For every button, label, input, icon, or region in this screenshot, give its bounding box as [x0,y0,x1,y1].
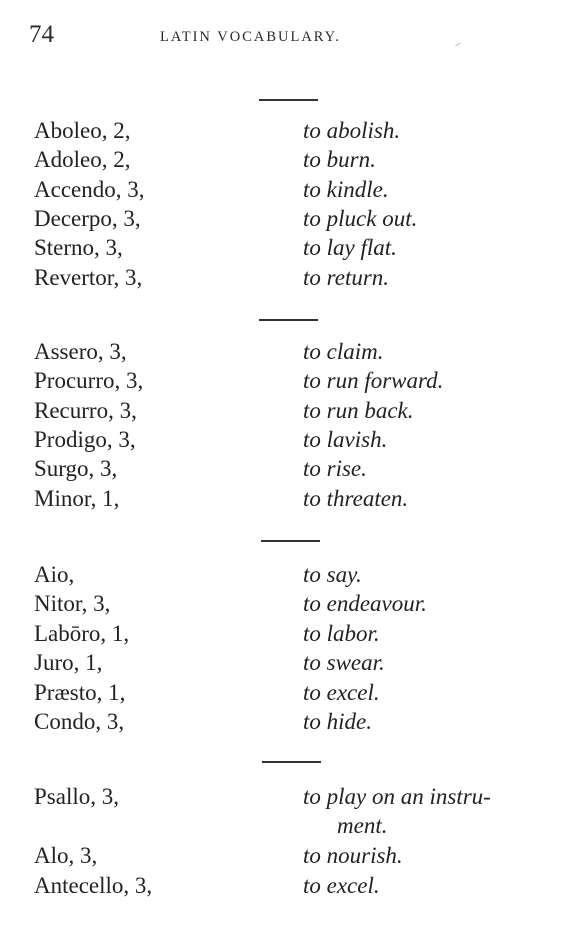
latin-word: Juro, 1, [34,650,103,675]
vocabulary-entry: Prodigo, 3, to lavish. [0,425,567,454]
english-meaning: to labor. [303,621,380,646]
latin-word: Sterno, 3, [34,235,123,260]
latin-word: Alo, 3, [34,843,98,868]
vocabulary-entry: Adoleo, 2, to burn. [0,145,567,174]
vocabulary-entry: Recurro, 3, to run back. [0,396,567,425]
latin-word: Labōro, 1, [34,621,130,646]
english-meaning: to pluck out. [303,206,418,231]
english-meaning: to abolish. [303,118,401,143]
latin-word: Recurro, 3, [34,398,137,423]
vocabulary-entry: Condo, 3, to hide. [0,707,567,736]
vocabulary-entry: Assero, 3, to claim. [0,337,567,366]
latin-word: Condo, 3, [34,709,125,734]
english-meaning: to run back. [303,398,414,423]
english-meaning: to lavish. [303,427,388,452]
vocabulary-entry: Revertor, 3, to return. [0,263,567,292]
latin-word: Psallo, 3, [34,784,119,809]
latin-word: Accendo, 3, [34,177,145,202]
latin-word: Revertor, 3, [34,265,143,290]
english-meaning: to excel. [303,680,380,705]
latin-word: Præsto, 1, [34,680,126,705]
section-divider [259,99,318,101]
vocabulary-entry: Procurro, 3, to run forward. [0,366,567,395]
vocabulary-entry: Juro, 1, to swear. [0,648,567,677]
latin-word: Minor, 1, [34,486,120,511]
english-meaning: to lay flat. [303,235,397,260]
english-meaning: to hide. [303,709,372,734]
latin-word: Nitor, 3, [34,591,111,616]
section-divider [261,540,320,542]
vocabulary-entry: Aio, to say. [0,560,567,589]
paper-speck [455,42,461,47]
latin-word: Aboleo, 2, [34,118,131,143]
section-divider [262,761,321,763]
english-meaning: to swear. [303,650,385,675]
vocabulary-entry: Decerpo, 3, to pluck out. [0,204,567,233]
english-meaning-continued: ment. [337,813,388,838]
english-meaning: to return. [303,265,390,290]
vocabulary-entry: Alo, 3, to nourish. [0,841,567,870]
vocabulary-entry: Psallo, 3, to play on an instru- ment. [0,782,567,840]
vocabulary-entry: Labōro, 1, to labor. [0,619,567,648]
latin-word: Antecello, 3, [34,873,153,898]
english-meaning: to claim. [303,339,384,364]
vocabulary-entry: Præsto, 1, to excel. [0,678,567,707]
english-meaning: to run forward. [303,368,444,393]
latin-word: Decerpo, 3, [34,206,141,231]
english-meaning: to threaten. [303,486,409,511]
latin-word: Prodigo, 3, [34,427,136,452]
english-meaning: to say. [303,562,362,587]
english-meaning: to rise. [303,456,367,481]
latin-word: Adoleo, 2, [34,147,131,172]
latin-word: Assero, 3, [34,339,127,364]
latin-word: Aio, [34,562,75,587]
english-meaning: to nourish. [303,843,403,868]
english-meaning: to burn. [303,147,376,172]
vocabulary-entry: Antecello, 3, to excel. [0,871,567,900]
english-meaning: to endeavour. [303,591,427,616]
vocabulary-entry: Nitor, 3, to endeavour. [0,589,567,618]
vocabulary-entry: Sterno, 3, to lay flat. [0,233,567,262]
english-meaning: to kindle. [303,177,389,202]
latin-word: Surgo, 3, [34,456,118,481]
running-head: LATIN VOCABULARY. [160,29,341,45]
vocabulary-entry: Aboleo, 2, to abolish. [0,116,567,145]
vocabulary-entry: Surgo, 3, to rise. [0,454,567,483]
latin-word: Procurro, 3, [34,368,144,393]
vocabulary-entry: Accendo, 3, to kindle. [0,175,567,204]
section-divider [259,319,318,321]
english-meaning: to play on an instru- [303,784,491,809]
vocabulary-entry: Minor, 1, to threaten. [0,484,567,513]
english-meaning: to excel. [303,873,380,898]
page-number: 74 [29,21,54,48]
